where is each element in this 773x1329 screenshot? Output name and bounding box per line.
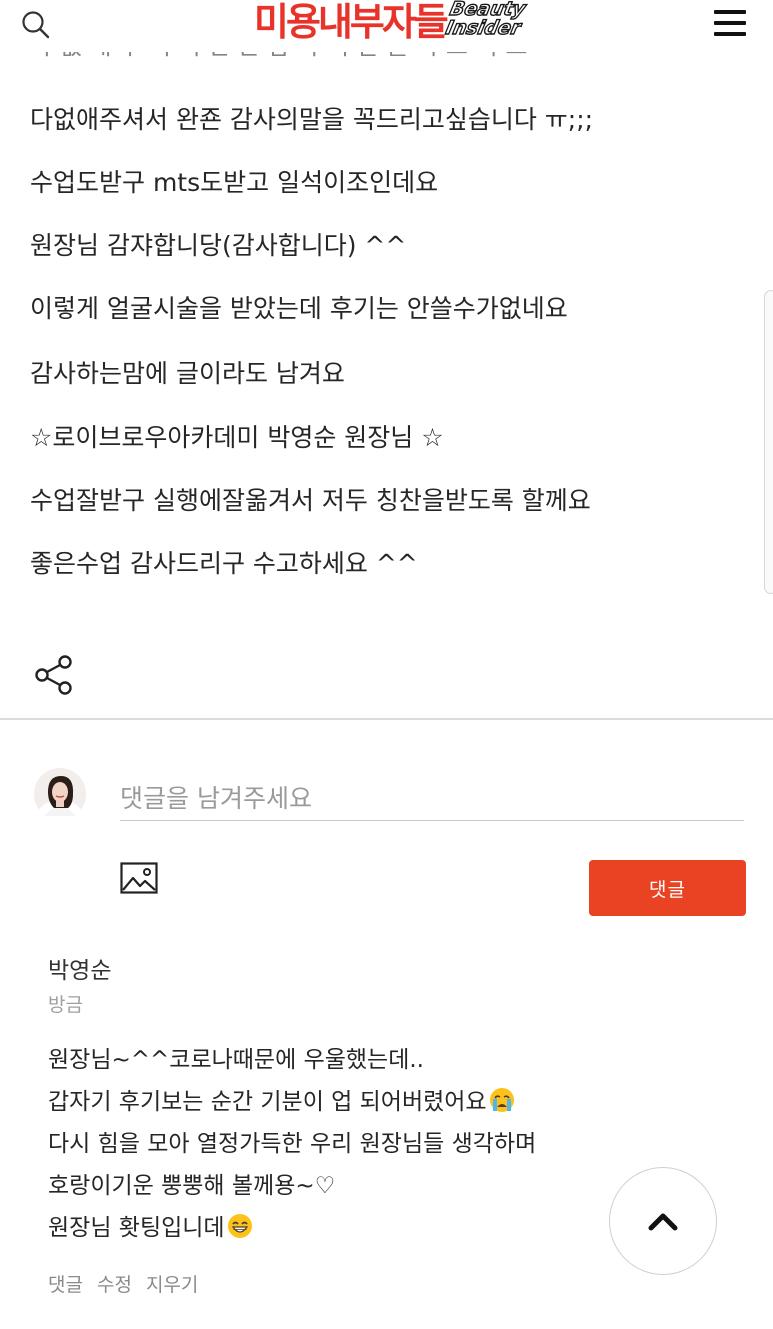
article-line: 감사하는맘에 글이라도 남겨요 (30, 359, 345, 388)
comment-line: 원장님 홧팅입니데 (48, 1212, 253, 1244)
comment-delete-link[interactable]: 지우기 (146, 1272, 198, 1298)
site-logo[interactable]: 미용내부자들 Beauty Insider (254, 0, 528, 46)
comment-author[interactable]: 박영순 (48, 956, 111, 986)
avatar[interactable] (34, 768, 86, 820)
attach-image-button[interactable] (120, 862, 158, 894)
crying-face-emoji-icon (489, 1088, 514, 1112)
comment-line: 호랑이기운 뿡뿡해 볼께용~♡ (48, 1173, 336, 1199)
article-line: 다없애주셔서 완죤 감사의말을 꼭드리고싶습니다 ㅠ;;; (30, 105, 594, 134)
chevron-up-icon (648, 1213, 678, 1231)
section-divider (0, 718, 773, 720)
article-line: 이렇게 얼굴시술을 받았는데 후기는 안쓸수가없네요 (30, 294, 568, 323)
search-button[interactable] (20, 8, 54, 42)
article-line: 수업잘받구 실행에잘옮겨서 저두 칭찬을받도록 할께요 (30, 486, 591, 515)
menu-button[interactable] (714, 10, 746, 38)
hamburger-menu-icon (714, 10, 746, 36)
side-scroll-handle[interactable] (764, 290, 773, 594)
share-button[interactable] (34, 654, 76, 696)
comment-line: 다시 힘을 모아 열정가득한 우리 원장님들 생각하며 (48, 1131, 537, 1157)
article-line-partial: 다 없 애 주 셔 서 완 죤 감 사 의 말 을 꼭 드 리 고 (30, 50, 630, 66)
submit-comment-button[interactable]: 댓글 (589, 860, 746, 916)
comment-actions: 댓글 수정 지우기 (48, 1272, 198, 1298)
scroll-to-top-button[interactable] (609, 1167, 717, 1275)
comment-edit-link[interactable]: 수정 (97, 1272, 132, 1298)
share-icon (35, 655, 72, 695)
logo-english-text: Beauty Insider (443, 0, 528, 40)
comment-line: 원장님~^^코로나때문에 우울했는데.. (48, 1047, 424, 1073)
search-icon (22, 11, 50, 39)
comment-line: 갑자기 후기보는 순간 기분이 업 되어버렸어요 (48, 1086, 515, 1118)
logo-korean-text: 미용내부자들 (254, 0, 449, 44)
comment-timestamp: 방금 (48, 994, 83, 1016)
article-line: 좋은수업 감사드리구 수고하세요 ^^ (30, 549, 418, 578)
image-icon (120, 862, 158, 894)
article-line: ☆로이브로우아카데미 박영순 원장님 ☆ (30, 423, 444, 452)
site-header: 미용내부자들 Beauty Insider (0, 0, 773, 52)
comment-input[interactable] (120, 776, 744, 821)
article-line: 수업도받구 mts도받고 일석이조인데요 (30, 168, 439, 197)
grinning-face-emoji-icon (227, 1214, 252, 1238)
logo-english-line2: Insider (443, 16, 523, 39)
comment-reply-link[interactable]: 댓글 (48, 1272, 83, 1298)
article-line: 원장님 감쟈합니당(감사합니다) ^^ (30, 231, 407, 260)
